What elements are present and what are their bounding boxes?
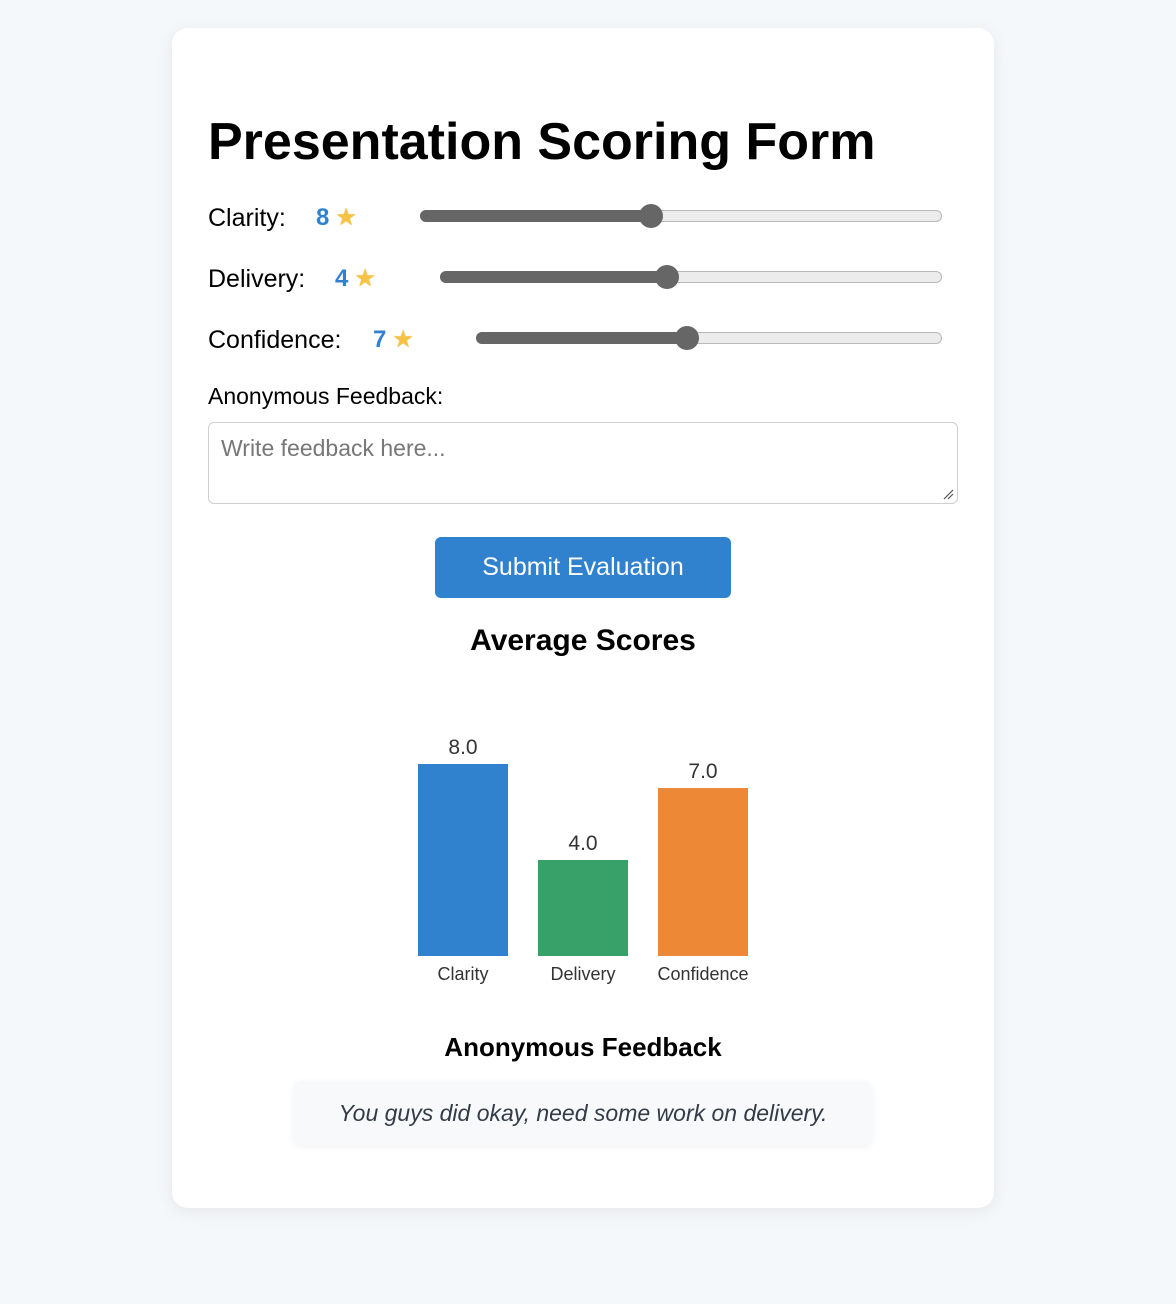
score-row-confidence: Confidence: 7 ★ xyxy=(208,318,942,358)
resize-grip-icon[interactable] xyxy=(942,488,954,500)
star-icon: ★ xyxy=(354,265,376,292)
clarity-slider[interactable] xyxy=(420,204,942,228)
anonymous-feedback-heading: Anonymous Feedback xyxy=(444,1032,722,1062)
delivery-slider[interactable] xyxy=(440,265,942,289)
scoring-card: Presentation Scoring Form Clarity: 8 ★ De… xyxy=(172,28,994,1208)
delivery-slider-thumb[interactable] xyxy=(655,265,679,289)
x-tick-label: Delivery xyxy=(550,964,615,984)
bar-value-label: 4.0 xyxy=(568,832,597,855)
score-row-delivery: Delivery: 4 ★ xyxy=(208,257,942,297)
confidence-slider-thumb[interactable] xyxy=(675,326,699,350)
bar-clarity xyxy=(418,764,508,956)
feedback-entry: You guys did okay, need some work on del… xyxy=(294,1081,872,1145)
feedback-label: Anonymous Feedback: xyxy=(208,383,444,409)
x-tick-label: Confidence xyxy=(657,964,748,984)
clarity-slider-thumb[interactable] xyxy=(639,204,663,228)
bar-value-label: 8.0 xyxy=(448,736,477,759)
star-icon: ★ xyxy=(392,326,414,353)
confidence-label: Confidence: xyxy=(208,326,342,354)
feedback-textarea[interactable] xyxy=(208,422,958,504)
x-tick-label: Clarity xyxy=(437,964,488,984)
confidence-value: 7 ★ xyxy=(373,326,414,353)
delivery-value: 4 ★ xyxy=(335,265,376,292)
delivery-label: Delivery: xyxy=(208,265,306,293)
page-title: Presentation Scoring Form xyxy=(208,113,876,171)
bar-confidence xyxy=(658,788,748,956)
bar-value-label: 7.0 xyxy=(688,760,717,783)
average-scores-chart: 8.0 Clarity 4.0 Delivery 7.0 Confidence xyxy=(418,736,749,984)
bar-delivery xyxy=(538,860,628,956)
clarity-slider-fill xyxy=(420,210,650,222)
star-icon: ★ xyxy=(335,204,357,231)
clarity-value: 8 ★ xyxy=(316,204,357,231)
delivery-slider-fill xyxy=(440,271,666,283)
score-row-clarity: Clarity: 8 ★ xyxy=(208,196,942,236)
confidence-slider-fill xyxy=(476,332,686,344)
confidence-slider[interactable] xyxy=(476,326,942,350)
average-scores-heading: Average Scores xyxy=(470,624,696,657)
clarity-label: Clarity: xyxy=(208,204,286,232)
submit-evaluation-button[interactable]: Submit Evaluation xyxy=(435,537,731,598)
